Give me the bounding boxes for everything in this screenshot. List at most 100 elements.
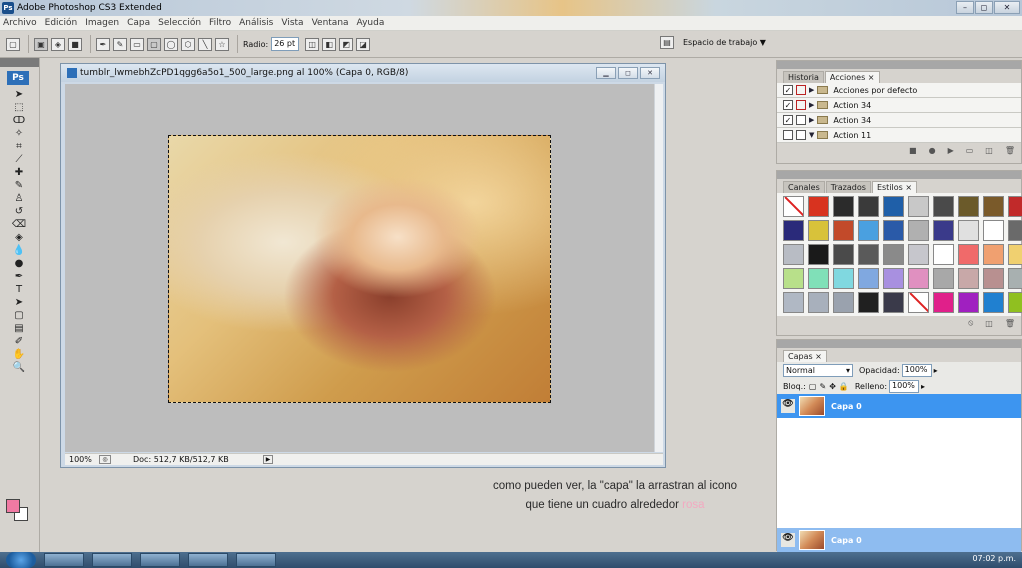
style-swatch[interactable] <box>883 292 904 313</box>
style-swatch[interactable] <box>808 292 829 313</box>
style-swatch[interactable] <box>958 196 979 217</box>
style-swatch[interactable] <box>983 220 1004 241</box>
tab-canales[interactable]: Canales <box>783 181 825 193</box>
record-icon[interactable]: ● <box>929 146 936 155</box>
style-swatch[interactable] <box>908 220 929 241</box>
layers-empty-area[interactable] <box>777 418 1021 528</box>
style-swatch[interactable] <box>908 292 929 313</box>
lock-pixels-icon[interactable]: ✎ <box>819 382 826 391</box>
style-swatch[interactable] <box>858 196 879 217</box>
style-swatch[interactable] <box>983 292 1004 313</box>
maximize-button[interactable]: ◻ <box>975 1 993 14</box>
tools-panel-header[interactable] <box>0 58 39 67</box>
trash-icon[interactable]: 🗑 <box>1005 146 1015 155</box>
tool-preset-icon[interactable]: ▢ <box>6 37 20 51</box>
eye-icon[interactable]: 👁 <box>781 533 795 547</box>
new-set-icon[interactable]: ▭ <box>966 146 974 155</box>
style-swatch[interactable] <box>958 268 979 289</box>
clone-stamp-tool-icon[interactable]: ♙ <box>11 193 27 205</box>
action-checkbox[interactable]: ✓ <box>783 115 793 125</box>
taskbar-ie-button[interactable] <box>92 553 132 567</box>
style-swatch[interactable] <box>1008 196 1022 217</box>
brush-tool-icon[interactable]: ✎ <box>11 180 27 192</box>
dragged-layer-row[interactable]: 👁 Capa 0 <box>777 528 1021 552</box>
style-swatch[interactable] <box>958 292 979 313</box>
fill-pixels-icon[interactable]: ■ <box>68 37 82 51</box>
subtract-shape-icon[interactable]: ◧ <box>322 37 337 51</box>
foreground-color-swatch[interactable] <box>6 499 20 513</box>
stop-icon[interactable]: ■ <box>909 146 917 155</box>
workspace-switcher[interactable]: ▤ Espacio de trabajo ▼ <box>660 36 766 49</box>
eraser-tool-icon[interactable]: ⌫ <box>11 219 27 231</box>
menu-ayuda[interactable]: Ayuda <box>357 18 385 28</box>
dialog-toggle-icon[interactable] <box>796 100 806 110</box>
eyedropper-tool-icon[interactable]: ✐ <box>11 336 27 348</box>
expand-triangle-icon[interactable]: ▶ <box>809 101 814 109</box>
opacity-arrow-icon[interactable]: ▸ <box>934 366 938 375</box>
expand-triangle-icon[interactable]: ▶ <box>809 86 814 94</box>
freeform-pen-icon[interactable]: ✎ <box>113 37 127 51</box>
ellipse-icon[interactable]: ◯ <box>164 37 178 51</box>
style-swatch[interactable] <box>933 220 954 241</box>
lasso-tool-icon[interactable]: ↀ <box>11 115 27 127</box>
style-swatch[interactable] <box>783 292 804 313</box>
style-swatch[interactable] <box>908 268 929 289</box>
taskbar-photoshop-button[interactable] <box>236 553 276 567</box>
path-selection-tool-icon[interactable]: ➤ <box>11 297 27 309</box>
style-swatch[interactable] <box>1008 268 1022 289</box>
style-swatch[interactable] <box>958 220 979 241</box>
menu-seleccion[interactable]: Selección <box>158 18 201 28</box>
style-swatch[interactable] <box>908 244 929 265</box>
dialog-toggle-icon[interactable] <box>796 130 806 140</box>
polygon-icon[interactable]: ⬡ <box>181 37 195 51</box>
style-swatch[interactable] <box>933 196 954 217</box>
workspace-label[interactable]: Espacio de trabajo ▼ <box>683 38 766 47</box>
style-swatch[interactable] <box>858 220 879 241</box>
start-button[interactable] <box>6 552 36 568</box>
menu-ventana[interactable]: Ventana <box>312 18 349 28</box>
style-swatch[interactable] <box>783 220 804 241</box>
action-row[interactable]: ✓ ▶ Action 34 <box>777 113 1021 128</box>
style-swatch[interactable] <box>858 268 879 289</box>
new-action-icon[interactable]: ◫ <box>985 146 993 155</box>
lock-position-icon[interactable]: ✥ <box>829 382 836 391</box>
blend-mode-select[interactable]: Normal ▾ <box>783 363 853 377</box>
style-swatch[interactable] <box>808 196 829 217</box>
status-menu-button[interactable]: ▶ <box>263 455 273 464</box>
exclude-shape-icon[interactable]: ◪ <box>356 37 371 51</box>
fill-input[interactable]: 100% <box>889 379 920 393</box>
rounded-rectangle-icon[interactable]: ▢ <box>147 37 161 51</box>
photo-layer-image[interactable] <box>168 135 551 403</box>
lock-all-icon[interactable]: 🔒 <box>839 382 849 391</box>
action-row[interactable]: ✓ ▶ Acciones por defecto <box>777 83 1021 98</box>
menu-imagen[interactable]: Imagen <box>85 18 119 28</box>
style-swatch[interactable] <box>858 292 879 313</box>
menu-edicion[interactable]: Edición <box>45 18 78 28</box>
action-checkbox[interactable] <box>783 130 793 140</box>
style-swatch[interactable] <box>833 268 854 289</box>
vertical-scrollbar[interactable] <box>654 84 663 452</box>
dialog-toggle-icon[interactable] <box>796 85 806 95</box>
style-swatch[interactable] <box>808 268 829 289</box>
doc-close-button[interactable]: ✕ <box>640 67 660 79</box>
menu-capa[interactable]: Capa <box>127 18 150 28</box>
intersect-shape-icon[interactable]: ◩ <box>339 37 354 51</box>
rounded-rectangle-tool-icon[interactable]: ▢ <box>11 310 27 322</box>
line-icon[interactable]: ╲ <box>198 37 212 51</box>
style-swatch[interactable] <box>808 220 829 241</box>
style-swatch[interactable] <box>958 244 979 265</box>
menu-vista[interactable]: Vista <box>281 18 303 28</box>
dialog-toggle-icon[interactable] <box>796 115 806 125</box>
style-swatch[interactable] <box>1008 220 1022 241</box>
layer-name[interactable]: Capa 0 <box>831 402 862 411</box>
tab-trazados[interactable]: Trazados <box>825 181 871 193</box>
panel-header[interactable] <box>777 171 1021 179</box>
style-swatch[interactable] <box>833 220 854 241</box>
style-swatch[interactable] <box>808 244 829 265</box>
custom-shape-icon[interactable]: ☆ <box>215 37 229 51</box>
blur-tool-icon[interactable]: 💧 <box>11 245 27 257</box>
pen-tool-icon[interactable]: ✒ <box>11 271 27 283</box>
style-swatch[interactable] <box>908 196 929 217</box>
tab-historia[interactable]: Historia <box>783 71 824 83</box>
shape-layers-icon[interactable]: ▣ <box>34 37 48 51</box>
